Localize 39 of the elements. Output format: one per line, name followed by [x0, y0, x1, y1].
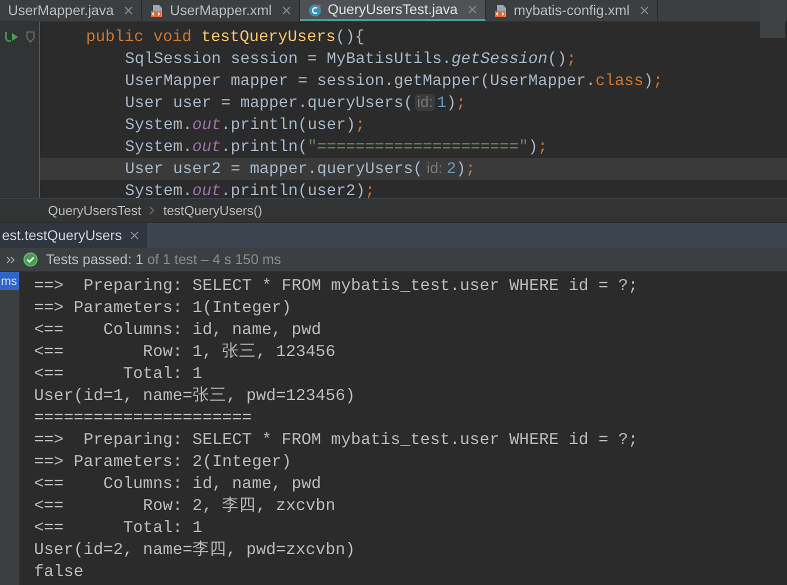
xml-file-icon	[150, 4, 164, 18]
close-icon[interactable]	[640, 6, 649, 15]
breadcrumb-item[interactable]: testQueryUsers()	[163, 200, 262, 220]
close-icon[interactable]	[282, 6, 291, 15]
console-line: <== Columns: id, name, pwd	[34, 473, 322, 495]
run-tab[interactable]: est.testQueryUsers	[0, 223, 147, 248]
console-line: ==> Parameters: 2(Integer)	[34, 451, 292, 473]
close-icon[interactable]	[468, 5, 477, 14]
console-line: ==> Preparing: SELECT * FROM mybatis_test.user WHERE id = ?;	[34, 429, 638, 451]
fold-marker-icon[interactable]	[26, 31, 35, 43]
console-line: User(id=1, name=张三, pwd=123456)	[34, 385, 356, 407]
chevron-right-icon	[149, 206, 156, 215]
duration-badge[interactable]: ms	[0, 272, 19, 290]
tab-label: UserMapper.xml	[170, 1, 272, 20]
console-line: User(id=2, name=李四, pwd=zxcvbn)	[34, 539, 356, 561]
editor-tab[interactable]: mybatis-config.xml	[486, 0, 658, 21]
test-class-icon	[308, 2, 322, 16]
console-line: <== Row: 1, 张三, 123456	[34, 341, 336, 363]
run-tab-label: est.testQueryUsers	[2, 226, 122, 245]
close-icon[interactable]	[124, 6, 133, 15]
close-icon[interactable]	[130, 231, 139, 240]
console-line: false	[34, 561, 84, 583]
tab-label: UserMapper.java	[8, 1, 114, 20]
double-chevron-icon[interactable]	[6, 256, 15, 264]
tab-label: mybatis-config.xml	[514, 1, 630, 20]
xml-file-icon	[494, 4, 508, 18]
tab-label: QueryUsersTest.java	[328, 0, 458, 19]
check-circle-icon	[23, 252, 38, 267]
console-line: ==> Preparing: SELECT * FROM mybatis_test.user WHERE id = ?;	[34, 275, 638, 297]
test-status-text: Tests passed: 1 of 1 test – 4 s 150 ms	[46, 250, 282, 269]
console-line: ==> Parameters: 1(Integer)	[34, 297, 292, 319]
console-line: ======================	[34, 407, 252, 429]
console-line: <== Total: 1	[34, 363, 202, 385]
breadcrumb-item[interactable]: QueryUsersTest	[48, 200, 142, 220]
console-line: <== Row: 2, 李四, zxcvbn	[34, 495, 336, 517]
console-line: <== Columns: id, name, pwd	[34, 319, 322, 341]
run-gutter-icon[interactable]	[4, 30, 20, 44]
editor-tab[interactable]: QueryUsersTest.java	[300, 0, 486, 21]
console-line: <== Total: 1	[34, 517, 202, 539]
